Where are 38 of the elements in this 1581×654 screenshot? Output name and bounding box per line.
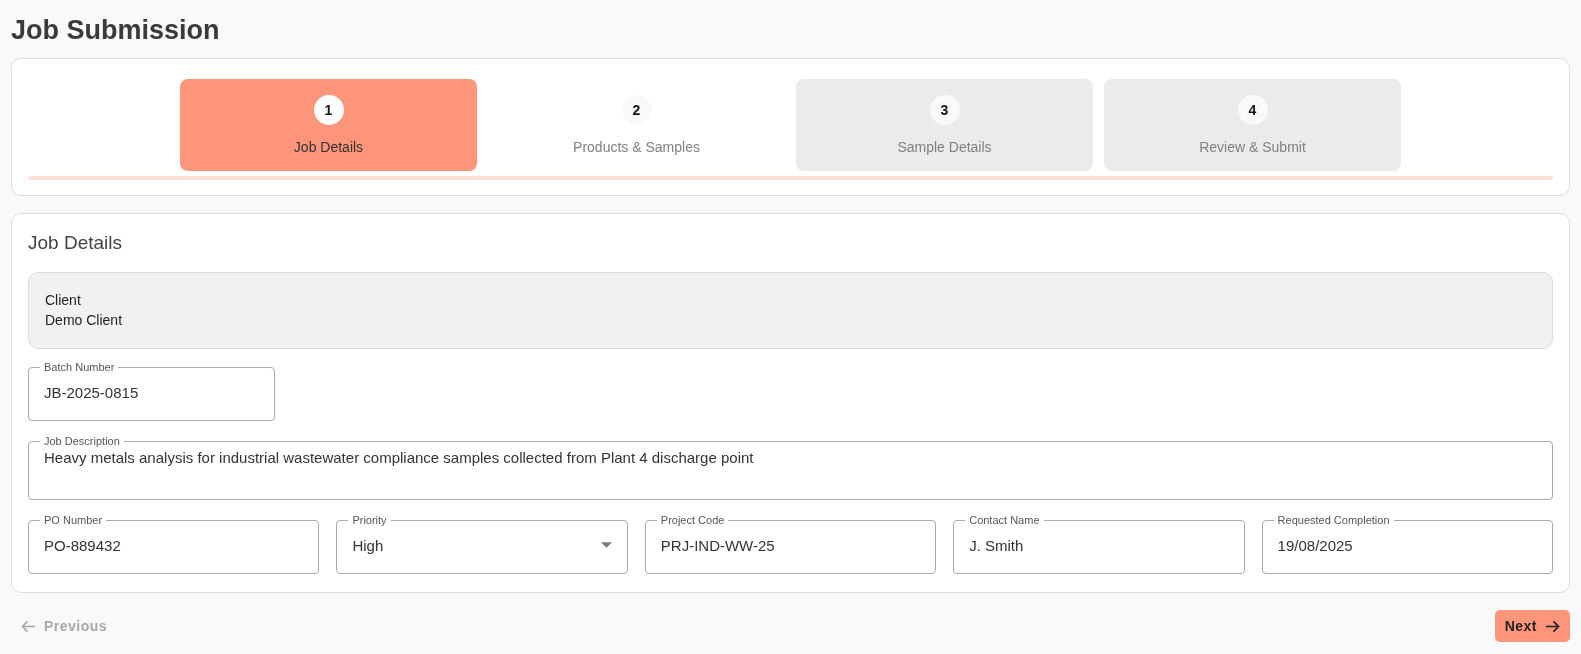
field-label: Batch Number	[43, 361, 116, 373]
input-field[interactable]: Contact Name J. Smith	[953, 514, 1245, 574]
next-button[interactable]: Next	[1494, 610, 1570, 642]
step-number: 4	[1237, 95, 1268, 125]
input-field[interactable]: Job Description Heavy metals analysis for industrial wastewater compliance samples collected from Plant 4 discharge point	[28, 435, 1553, 500]
field-label: Job Description	[43, 435, 121, 447]
caret-icon	[600, 542, 612, 548]
field-value: PO-889432	[43, 536, 122, 554]
arrow-right-icon	[1545, 619, 1560, 633]
step-label: Products & Samples	[573, 139, 700, 155]
step-number: 2	[621, 95, 652, 125]
input-field[interactable]: Project Code PRJ-IND-WW-25	[644, 514, 937, 574]
field-value: Heavy metals analysis for industrial wastewater compliance samples collected from Plant 4 discharge point	[43, 449, 755, 466]
field-value: 19/08/2025	[1276, 536, 1354, 554]
field-value: JB-2025-0815	[43, 383, 140, 401]
client-value: Demo Client	[45, 312, 124, 328]
arrow-left-icon	[21, 619, 36, 633]
step-number: 1	[313, 95, 344, 125]
field-value: J. Smith	[968, 536, 1025, 554]
field-value: PRJ-IND-WW-25	[659, 536, 776, 554]
input-field[interactable]: Batch Number JB-2025-0815	[28, 361, 275, 421]
field-value: High	[351, 536, 385, 554]
field-label: Priority	[351, 514, 388, 526]
field-label: Requested Completion	[1276, 514, 1391, 526]
step-label: Review & Submit	[1199, 139, 1306, 155]
step-label: Sample Details	[897, 139, 992, 155]
field-label: Project Code	[659, 514, 726, 526]
client-label: Client	[45, 292, 82, 308]
step-number: 3	[929, 95, 960, 125]
page-title: Job Submission	[11, 14, 221, 47]
input-field[interactable]: Requested Completion 19/08/2025	[1261, 514, 1553, 574]
step-tab[interactable]: 1 Job Details	[180, 79, 477, 171]
section-title: Job Details	[28, 232, 123, 254]
field-label: Contact Name	[968, 514, 1041, 526]
input-field[interactable]: PO Number PO-889432	[28, 514, 320, 574]
step-label: Job Details	[293, 139, 364, 155]
dropdown-field[interactable]: Priority High	[336, 514, 628, 574]
field-label: PO Number	[43, 514, 104, 526]
